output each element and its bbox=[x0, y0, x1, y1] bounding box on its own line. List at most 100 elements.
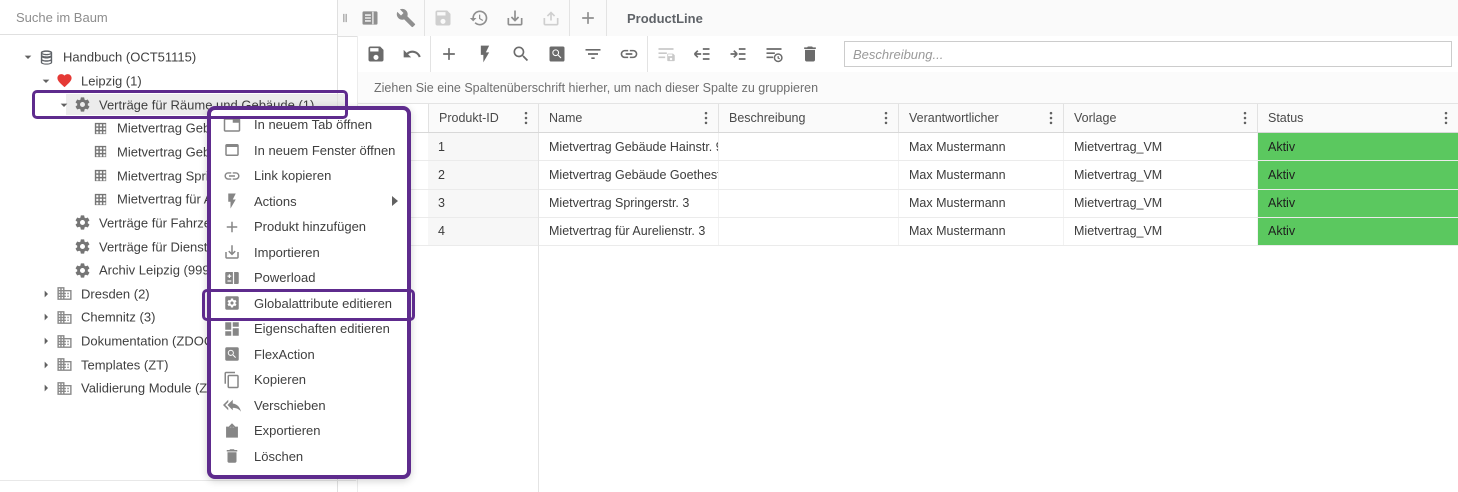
context-menu: In neuem Tab öffnenIn neuem Fenster öffn… bbox=[207, 106, 411, 479]
tree-item-label: Verträge für Dienstl bbox=[99, 239, 210, 254]
column-header-beschreibung[interactable]: Beschreibung bbox=[719, 104, 899, 132]
cell-vorlage[interactable]: Mietvertrag_VM bbox=[1064, 190, 1258, 217]
panel-splitter-handle-button[interactable] bbox=[338, 0, 352, 36]
column-menu-icon[interactable] bbox=[1042, 109, 1060, 127]
menu-item-importieren[interactable]: Importieren bbox=[211, 240, 407, 266]
panel-icon bbox=[360, 8, 380, 28]
description-input[interactable] bbox=[844, 41, 1452, 67]
cell-verantwortlicher[interactable]: Max Mustermann bbox=[899, 218, 1064, 245]
add-product-button[interactable] bbox=[431, 36, 467, 72]
copy-link-button[interactable] bbox=[611, 36, 647, 72]
undo-button[interactable] bbox=[394, 36, 430, 72]
history-button[interactable] bbox=[461, 0, 497, 36]
cell-status[interactable]: Aktiv bbox=[1258, 218, 1458, 245]
menu-item-verschieben[interactable]: Verschieben bbox=[211, 393, 407, 419]
cell-beschreibung[interactable] bbox=[719, 133, 899, 160]
expand-arrow-icon[interactable] bbox=[38, 380, 54, 396]
column-menu-icon[interactable] bbox=[1437, 109, 1455, 127]
building-icon bbox=[56, 356, 73, 373]
menu-item-l-schen[interactable]: Löschen bbox=[211, 444, 407, 470]
tab-productline[interactable]: ProductLine bbox=[607, 11, 729, 26]
column-menu-icon[interactable] bbox=[517, 109, 535, 127]
cell-vorlage[interactable]: Mietvertrag_VM bbox=[1064, 161, 1258, 188]
menu-item-in-neuem-tab-ffnen[interactable]: In neuem Tab öffnen bbox=[211, 112, 407, 138]
menu-item-globalattribute-editieren[interactable]: Globalattribute editieren bbox=[211, 291, 407, 317]
collapse-arrow-icon[interactable] bbox=[20, 49, 36, 65]
tree-item[interactable]: Handbuch (OCT51115) bbox=[0, 46, 337, 70]
group-by-bar[interactable]: Ziehen Sie eine Spaltenüberschrift hierh… bbox=[358, 72, 1458, 104]
menu-item-eigenschaften-editieren[interactable]: Eigenschaften editieren bbox=[211, 316, 407, 342]
menu-item-produkt-hinzuf-gen[interactable]: Produkt hinzufügen bbox=[211, 214, 407, 240]
settings-wrench-button[interactable] bbox=[388, 0, 424, 36]
expand-arrow-icon[interactable] bbox=[38, 309, 54, 325]
heart-icon bbox=[56, 72, 73, 89]
cell-vorlage[interactable]: Mietvertrag_VM bbox=[1064, 218, 1258, 245]
dashboard-icon bbox=[223, 320, 241, 338]
apply-rows-button[interactable] bbox=[720, 36, 756, 72]
rows-history-button[interactable] bbox=[756, 36, 792, 72]
menu-item-actions[interactable]: Actions bbox=[211, 189, 407, 215]
cell-produkt_id[interactable]: 3 bbox=[428, 190, 539, 217]
revert-rows-button[interactable] bbox=[684, 36, 720, 72]
cell-name[interactable]: Mietvertrag Springerstr. 3 bbox=[539, 190, 719, 217]
cell-verantwortlicher[interactable]: Max Mustermann bbox=[899, 133, 1064, 160]
cell-produkt_id[interactable]: 4 bbox=[428, 218, 539, 245]
column-menu-icon[interactable] bbox=[697, 109, 715, 127]
export-upload-button[interactable] bbox=[533, 0, 569, 36]
collapse-arrow-icon[interactable] bbox=[38, 73, 54, 89]
column-header-vorlage[interactable]: Vorlage bbox=[1064, 104, 1258, 132]
flexaction-button[interactable] bbox=[539, 36, 575, 72]
tree-search-input[interactable] bbox=[0, 10, 306, 25]
cell-verantwortlicher[interactable]: Max Mustermann bbox=[899, 161, 1064, 188]
expand-arrow-icon[interactable] bbox=[38, 333, 54, 349]
export-icon bbox=[223, 422, 241, 440]
column-header-produkt_id[interactable]: Produkt-ID bbox=[428, 104, 539, 132]
tree-item[interactable]: Leipzig (1) bbox=[0, 69, 337, 93]
cell-beschreibung[interactable] bbox=[719, 190, 899, 217]
column-header-name[interactable]: Name bbox=[539, 104, 719, 132]
save-button[interactable] bbox=[425, 0, 461, 36]
table-row[interactable]: 4Mietvertrag für Aurelienstr. 3 Max Muste… bbox=[358, 218, 1458, 246]
cell-name[interactable]: Mietvertrag Gebäude Hainstr. 9 bbox=[539, 133, 719, 160]
delete-rows-button[interactable] bbox=[792, 36, 828, 72]
save-icon bbox=[433, 8, 453, 28]
column-header-verantwortlicher[interactable]: Verantwortlicher bbox=[899, 104, 1064, 132]
menu-item-flexaction[interactable]: FlexAction bbox=[211, 342, 407, 368]
search-button[interactable] bbox=[503, 36, 539, 72]
import-download-button[interactable] bbox=[497, 0, 533, 36]
cell-verantwortlicher[interactable]: Max Mustermann bbox=[899, 190, 1064, 217]
column-header-status[interactable]: Status bbox=[1258, 104, 1458, 132]
toggle-tree-panel-button[interactable] bbox=[352, 0, 388, 36]
window-icon bbox=[223, 141, 241, 159]
table-row[interactable]: 2Mietvertrag Gebäude Goethestr. 1 Max Mus… bbox=[358, 161, 1458, 189]
save-rows-button[interactable] bbox=[648, 36, 684, 72]
cell-vorlage[interactable]: Mietvertrag_VM bbox=[1064, 133, 1258, 160]
cell-beschreibung[interactable] bbox=[719, 161, 899, 188]
cell-produkt_id[interactable]: 2 bbox=[428, 161, 539, 188]
cell-name[interactable]: Mietvertrag für Aurelienstr. 3 bbox=[539, 218, 719, 245]
menu-item-exportieren[interactable]: Exportieren bbox=[211, 418, 407, 444]
save-grid-button[interactable] bbox=[358, 36, 394, 72]
expand-arrow-icon[interactable] bbox=[38, 286, 54, 302]
column-menu-icon[interactable] bbox=[877, 109, 895, 127]
table-row[interactable]: 3Mietvertrag Springerstr. 3 Max Musterman… bbox=[358, 190, 1458, 218]
menu-item-kopieren[interactable]: Kopieren bbox=[211, 367, 407, 393]
collapse-arrow-icon[interactable] bbox=[56, 97, 72, 113]
cell-status[interactable]: Aktiv bbox=[1258, 161, 1458, 188]
expand-arrow-icon[interactable] bbox=[38, 357, 54, 373]
menu-item-powerload[interactable]: Powerload bbox=[211, 265, 407, 291]
column-menu-icon[interactable] bbox=[1236, 109, 1254, 127]
cell-produkt_id[interactable]: 1 bbox=[428, 133, 539, 160]
actions-flash-button[interactable] bbox=[467, 36, 503, 72]
filter-button[interactable] bbox=[575, 36, 611, 72]
menu-item-in-neuem-fenster-ffnen[interactable]: In neuem Fenster öffnen bbox=[211, 138, 407, 164]
add-tab-button[interactable] bbox=[570, 0, 606, 36]
column-header-label: Beschreibung bbox=[729, 111, 805, 125]
cell-name[interactable]: Mietvertrag Gebäude Goethestr. 1 bbox=[539, 161, 719, 188]
menu-item-link-kopieren[interactable]: Link kopieren bbox=[211, 163, 407, 189]
cell-status[interactable]: Aktiv bbox=[1258, 133, 1458, 160]
table-row[interactable]: 1Mietvertrag Gebäude Hainstr. 9 Max Muste… bbox=[358, 133, 1458, 161]
cell-beschreibung[interactable] bbox=[719, 218, 899, 245]
tree-item-label: Dokumentation (ZDOC bbox=[81, 334, 213, 349]
cell-status[interactable]: Aktiv bbox=[1258, 190, 1458, 217]
